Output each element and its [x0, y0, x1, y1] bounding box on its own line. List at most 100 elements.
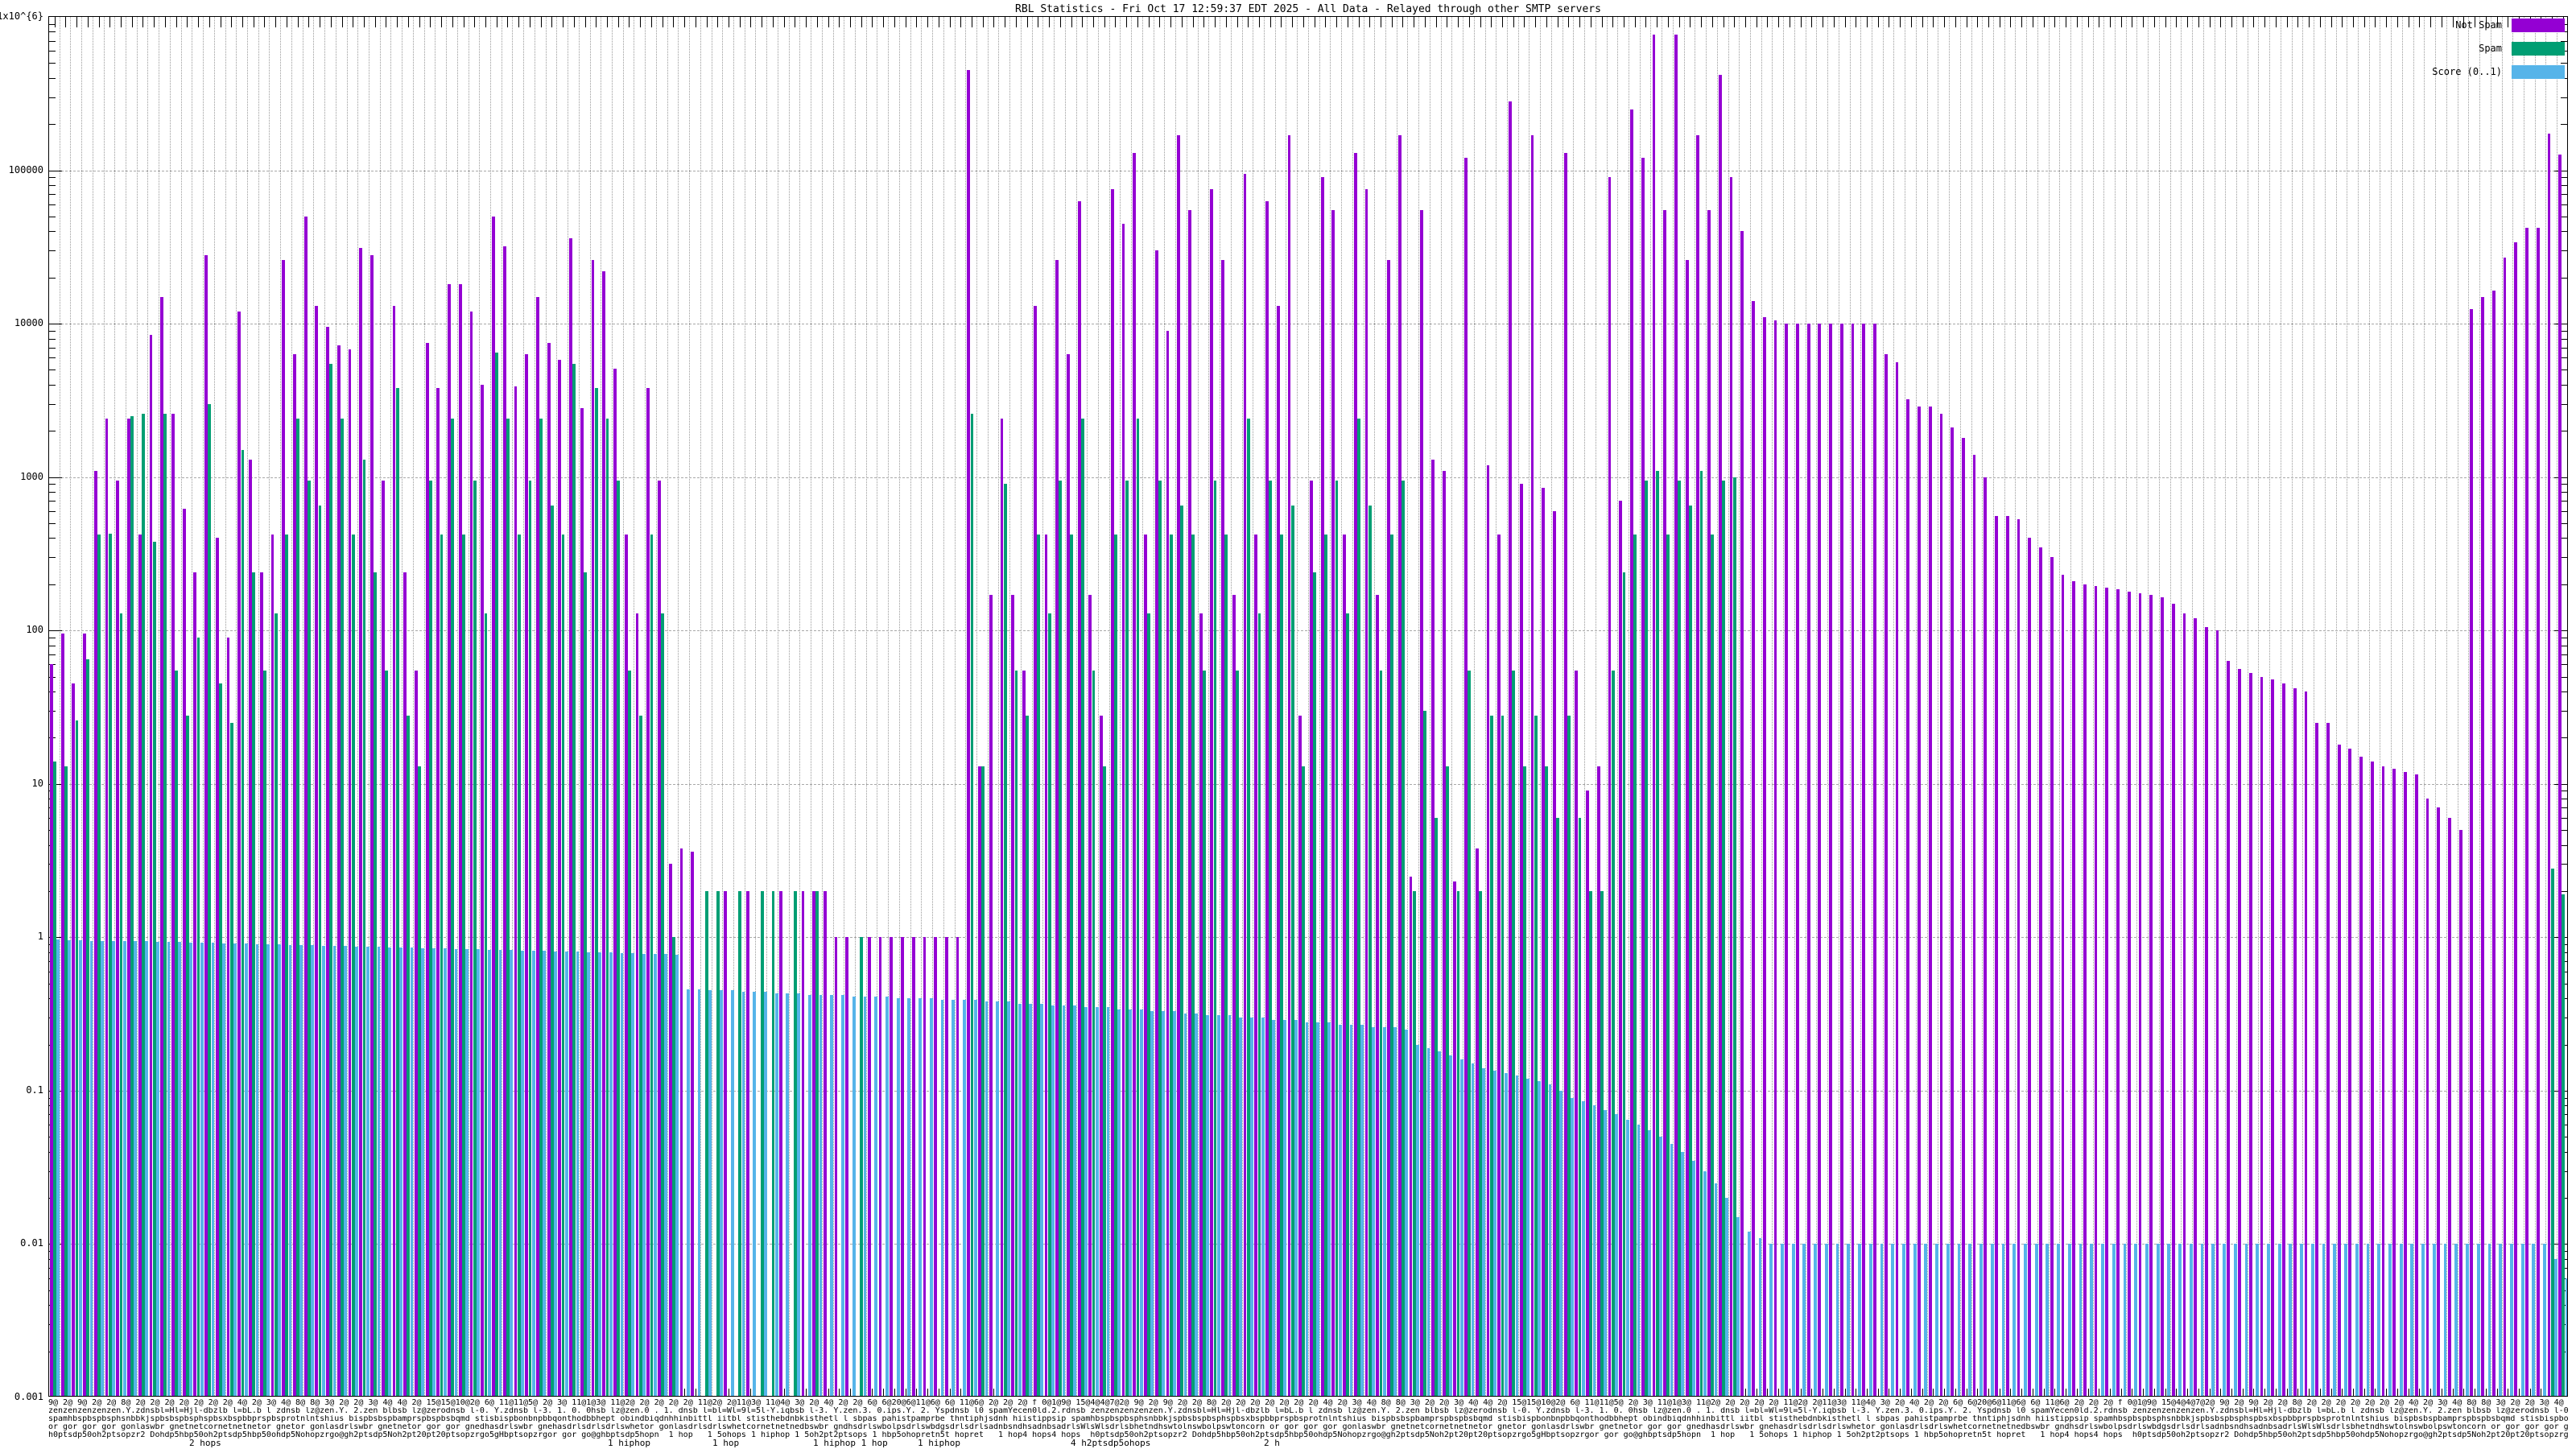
- bar-score: [1604, 1109, 1608, 1396]
- bar-score: [531, 950, 535, 1396]
- bar-score: [1791, 1244, 1795, 1396]
- y-minor-tick-left: [49, 501, 56, 502]
- x-tick-top: [650, 17, 652, 27]
- bar-score: [432, 947, 436, 1396]
- bar-score: [2101, 1244, 2104, 1396]
- bar-score: [1571, 1097, 1574, 1396]
- bar-not-spam: [2381, 766, 2385, 1396]
- category-gridline: [1893, 17, 1895, 1396]
- category-gridline: [1860, 17, 1862, 1396]
- x-tick-top: [2231, 17, 2233, 27]
- bar-score: [1084, 1007, 1088, 1396]
- bar-not-spam: [2238, 669, 2241, 1396]
- x-tick-bottom: [783, 1389, 785, 1396]
- bar-not-spam: [745, 890, 749, 1396]
- bar-not-spam: [845, 937, 849, 1396]
- bar-not-spam: [2304, 691, 2308, 1396]
- category-gridline: [2004, 17, 2005, 1396]
- bar-score: [2300, 1244, 2303, 1396]
- bar-score: [1172, 1011, 1176, 1396]
- x-tick-top: [441, 17, 443, 27]
- x-tick-top: [1281, 17, 1282, 27]
- category-gridline: [2026, 17, 2028, 1396]
- bar-score: [1062, 1005, 1066, 1396]
- x-tick-top: [872, 17, 873, 27]
- y-minor-tick-right: [2561, 538, 2567, 539]
- y-minor-tick-right: [2561, 177, 2567, 179]
- bar-score: [929, 998, 933, 1396]
- y-minor-tick-left: [49, 97, 56, 98]
- x-tick-bottom: [2120, 1389, 2122, 1396]
- bar-score: [1459, 1059, 1463, 1396]
- x-tick-top: [2342, 17, 2343, 27]
- x-tick-top: [2309, 17, 2310, 27]
- x-tick-top: [341, 17, 343, 27]
- x-tick-top: [2110, 17, 2112, 27]
- bar-score: [2223, 1244, 2226, 1396]
- bar-score: [1405, 1030, 1409, 1396]
- bar-score: [1681, 1151, 1685, 1396]
- y-minor-tick-right: [2561, 654, 2567, 655]
- bar-score: [1051, 1005, 1055, 1396]
- x-tick-top: [374, 17, 376, 27]
- bar-score: [1415, 1044, 1419, 1396]
- x-tick-top: [1115, 17, 1117, 27]
- x-tick-top: [816, 17, 818, 27]
- y-minor-tick-right: [2561, 807, 2567, 809]
- x-tick-top: [2120, 17, 2122, 27]
- bar-not-spam: [1796, 324, 1799, 1396]
- bar-score: [1250, 1017, 1253, 1396]
- x-tick-bottom: [2021, 1389, 2023, 1396]
- bar-not-spam: [2194, 618, 2198, 1396]
- bar-not-spam: [2260, 676, 2264, 1396]
- legend-swatch-not-spam: [2512, 18, 2565, 32]
- bar-not-spam: [2404, 771, 2407, 1396]
- bar-not-spam: [2161, 597, 2164, 1396]
- bar-score: [564, 951, 568, 1396]
- bar-not-spam: [2414, 774, 2418, 1396]
- x-axis-label-row: spamhbspbspbsphsnbbkjspbsbspbsphspbsxbsp…: [48, 1415, 2568, 1423]
- category-gridline: [1949, 17, 1951, 1396]
- bar-score: [498, 949, 502, 1396]
- y-minor-tick-left: [49, 338, 56, 340]
- bar-score: [2013, 1244, 2017, 1396]
- bar-score: [753, 992, 757, 1396]
- bar-score: [697, 989, 701, 1396]
- bar-score: [1714, 1183, 1718, 1396]
- x-tick-bottom: [750, 1389, 752, 1396]
- bar-not-spam: [1839, 324, 1843, 1396]
- x-tick-bottom: [1922, 1389, 1923, 1396]
- x-tick-bottom: [1767, 1389, 1769, 1396]
- y-tick-label: 100: [26, 624, 43, 636]
- category-gridline: [2435, 17, 2437, 1396]
- x-tick-top: [783, 17, 785, 27]
- bar-score: [741, 992, 745, 1396]
- category-gridline: [2015, 17, 2017, 1396]
- x-tick-bottom: [2330, 1389, 2332, 1396]
- x-tick-bottom: [1778, 1389, 1780, 1396]
- x-tick-top: [485, 17, 486, 27]
- y-minor-tick-left: [49, 510, 56, 512]
- x-tick-top: [717, 17, 719, 27]
- bar-not-spam: [2050, 557, 2054, 1396]
- y-minor-tick-left: [49, 484, 56, 485]
- x-tick-top: [419, 17, 420, 27]
- y-minor-tick-left: [49, 330, 56, 332]
- bar-score: [1305, 1022, 1309, 1396]
- x-tick-bottom: [2496, 1389, 2498, 1396]
- y-minor-tick-right: [2561, 818, 2567, 819]
- x-tick-top: [264, 17, 266, 27]
- x-tick-top: [1568, 17, 1570, 27]
- bar-score: [520, 950, 524, 1396]
- x-tick-top: [2330, 17, 2332, 27]
- bar-score: [543, 950, 547, 1396]
- bar-score: [1493, 1071, 1496, 1396]
- category-gridline: [2501, 17, 2503, 1396]
- x-tick-bottom: [2198, 1389, 2199, 1396]
- bar-not-spam: [878, 937, 882, 1396]
- bar-score: [344, 945, 348, 1396]
- bar-score: [1802, 1244, 1806, 1396]
- y-minor-tick-right: [2561, 864, 2567, 865]
- x-tick-top: [640, 17, 642, 27]
- bar-score: [896, 998, 900, 1396]
